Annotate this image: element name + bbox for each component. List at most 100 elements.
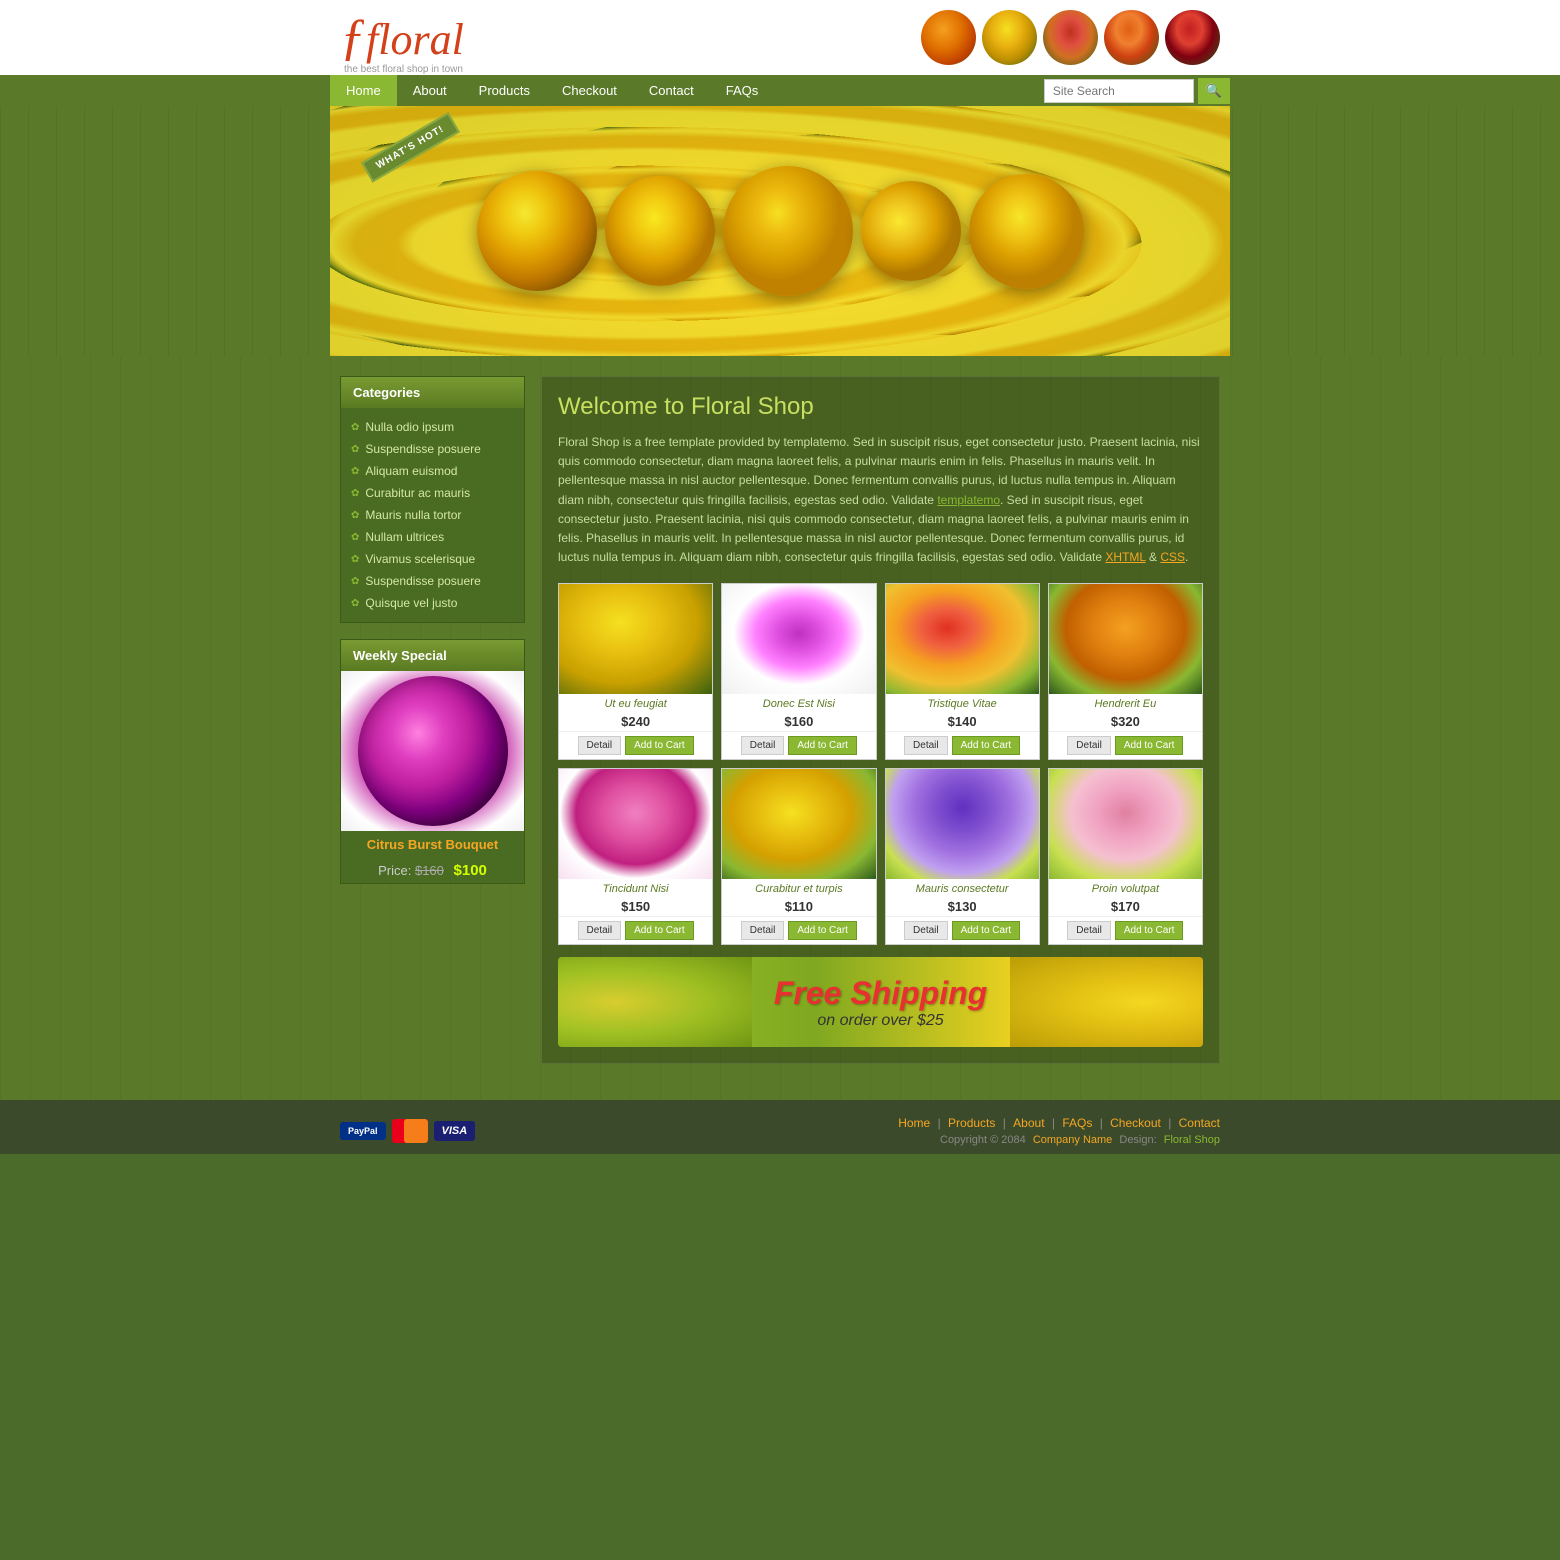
footer-products-link[interactable]: Products: [948, 1116, 995, 1130]
logo-brand: ƒfloral: [340, 12, 464, 64]
add-to-cart-button-5[interactable]: Add to Cart: [625, 921, 694, 940]
categories-box: Categories Nulla odio ipsum Suspendisse …: [340, 376, 525, 623]
products-grid-row1: Ut eu feugiat $240 Detail Add to Cart Do…: [558, 583, 1203, 760]
company-link[interactable]: Company Name: [1033, 1134, 1112, 1146]
add-to-cart-button-8[interactable]: Add to Cart: [1115, 921, 1184, 940]
category-item[interactable]: Mauris nulla tortor: [341, 504, 524, 526]
shipping-main-text: Free Shipping: [774, 975, 987, 1012]
welcome-section: Welcome to Floral Shop Floral Shop is a …: [541, 376, 1220, 1064]
css-link[interactable]: CSS: [1160, 550, 1185, 564]
product-actions-3: Detail Add to Cart: [886, 731, 1039, 759]
footer-nav: Home | Products | About | FAQs | Checkou…: [898, 1116, 1220, 1130]
category-item[interactable]: Nullam ultrices: [341, 526, 524, 548]
hero-banner: WHAT'S HOT!: [330, 106, 1230, 356]
product-price-8: $170: [1049, 897, 1202, 916]
product-price-1: $240: [559, 712, 712, 731]
weekly-special-box: Weekly Special Citrus Burst Bouquet Pric…: [340, 639, 525, 884]
welcome-title: Welcome to Floral Shop: [558, 393, 1203, 421]
templatemo-link[interactable]: templatemo: [937, 493, 1000, 507]
shipping-sub-text: on order over $25: [774, 1012, 987, 1030]
product-price-3: $140: [886, 712, 1039, 731]
weekly-special-name: Citrus Burst Bouquet: [341, 831, 524, 858]
add-to-cart-button-7[interactable]: Add to Cart: [952, 921, 1021, 940]
add-to-cart-button-6[interactable]: Add to Cart: [788, 921, 857, 940]
nav-home[interactable]: Home: [330, 75, 397, 106]
product-price-7: $130: [886, 897, 1039, 916]
add-to-cart-button-4[interactable]: Add to Cart: [1115, 736, 1184, 755]
product-name-6: Curabitur et turpis: [722, 879, 875, 897]
product-actions-4: Detail Add to Cart: [1049, 731, 1202, 759]
footer-faqs-link[interactable]: FAQs: [1062, 1116, 1092, 1130]
old-price: $160: [415, 863, 444, 878]
detail-button-2[interactable]: Detail: [741, 736, 785, 755]
product-image-1: [559, 584, 712, 694]
detail-button-6[interactable]: Detail: [741, 921, 785, 940]
category-item[interactable]: Aliquam euismod: [341, 460, 524, 482]
weekly-special-price: Price: $160 $100: [341, 858, 524, 883]
categories-list: Nulla odio ipsum Suspendisse posuere Ali…: [341, 408, 524, 622]
detail-button-4[interactable]: Detail: [1067, 736, 1111, 755]
product-card-1: Ut eu feugiat $240 Detail Add to Cart: [558, 583, 713, 760]
product-image-4: [1049, 584, 1202, 694]
product-image-7: [886, 769, 1039, 879]
product-name-2: Donec Est Nisi: [722, 694, 875, 712]
product-card-6: Curabitur et turpis $110 Detail Add to C…: [721, 768, 876, 945]
product-card-8: Proin volutpat $170 Detail Add to Cart: [1048, 768, 1203, 945]
xhtml-link[interactable]: XHTML: [1105, 550, 1145, 564]
product-price-6: $110: [722, 897, 875, 916]
main-content: Welcome to Floral Shop Floral Shop is a …: [541, 376, 1220, 1080]
new-price: $100: [454, 862, 487, 879]
add-to-cart-button-1[interactable]: Add to Cart: [625, 736, 694, 755]
nav-products[interactable]: Products: [463, 75, 546, 106]
product-image-8: [1049, 769, 1202, 879]
product-price-5: $150: [559, 897, 712, 916]
nav-about[interactable]: About: [397, 75, 463, 106]
nav-checkout[interactable]: Checkout: [546, 75, 633, 106]
footer: PayPal VISA Home | Products | About | FA…: [0, 1100, 1560, 1154]
nav-faqs[interactable]: FAQs: [710, 75, 775, 106]
footer-links: Home | Products | About | FAQs | Checkou…: [898, 1116, 1220, 1146]
sidebar: Categories Nulla odio ipsum Suspendisse …: [340, 376, 525, 1080]
product-actions-8: Detail Add to Cart: [1049, 916, 1202, 944]
mastercard-icon: [392, 1119, 428, 1143]
add-to-cart-button-2[interactable]: Add to Cart: [788, 736, 857, 755]
detail-button-1[interactable]: Detail: [578, 736, 622, 755]
detail-button-5[interactable]: Detail: [578, 921, 622, 940]
category-item[interactable]: Quisque vel justo: [341, 592, 524, 614]
design-credit-link[interactable]: Floral Shop: [1164, 1134, 1220, 1146]
detail-button-8[interactable]: Detail: [1067, 921, 1111, 940]
search-button[interactable]: 🔍: [1198, 78, 1230, 104]
paypal-icon: PayPal: [340, 1122, 386, 1140]
categories-title: Categories: [341, 377, 524, 408]
category-item[interactable]: Curabitur ac mauris: [341, 482, 524, 504]
product-image-2: [722, 584, 875, 694]
product-name-4: Hendrerit Eu: [1049, 694, 1202, 712]
logo-tagline: the best floral shop in town: [344, 64, 464, 75]
weekly-special-title: Weekly Special: [341, 640, 524, 671]
product-actions-7: Detail Add to Cart: [886, 916, 1039, 944]
product-image-6: [722, 769, 875, 879]
product-card-5: Tincidunt Nisi $150 Detail Add to Cart: [558, 768, 713, 945]
detail-button-7[interactable]: Detail: [904, 921, 948, 940]
nav-contact[interactable]: Contact: [633, 75, 710, 106]
visa-icon: VISA: [434, 1121, 476, 1141]
category-item[interactable]: Vivamus scelerisque: [341, 548, 524, 570]
footer-home-link[interactable]: Home: [898, 1116, 930, 1130]
product-card-2: Donec Est Nisi $160 Detail Add to Cart: [721, 583, 876, 760]
search-input[interactable]: [1044, 79, 1194, 103]
category-item[interactable]: Nulla odio ipsum: [341, 416, 524, 438]
footer-about-link[interactable]: About: [1013, 1116, 1044, 1130]
detail-button-3[interactable]: Detail: [904, 736, 948, 755]
product-name-8: Proin volutpat: [1049, 879, 1202, 897]
category-item[interactable]: Suspendisse posuere: [341, 438, 524, 460]
footer-checkout-link[interactable]: Checkout: [1110, 1116, 1161, 1130]
add-to-cart-button-3[interactable]: Add to Cart: [952, 736, 1021, 755]
weekly-special-image: [341, 671, 524, 831]
category-item[interactable]: Suspendisse posuere: [341, 570, 524, 592]
logo: ƒfloral the best floral shop in town: [340, 12, 464, 75]
product-price-4: $320: [1049, 712, 1202, 731]
footer-copyright: Copyright © 2084 Company Name Design: Fl…: [898, 1134, 1220, 1146]
footer-contact-link[interactable]: Contact: [1179, 1116, 1220, 1130]
product-actions-6: Detail Add to Cart: [722, 916, 875, 944]
product-name-3: Tristique Vitae: [886, 694, 1039, 712]
